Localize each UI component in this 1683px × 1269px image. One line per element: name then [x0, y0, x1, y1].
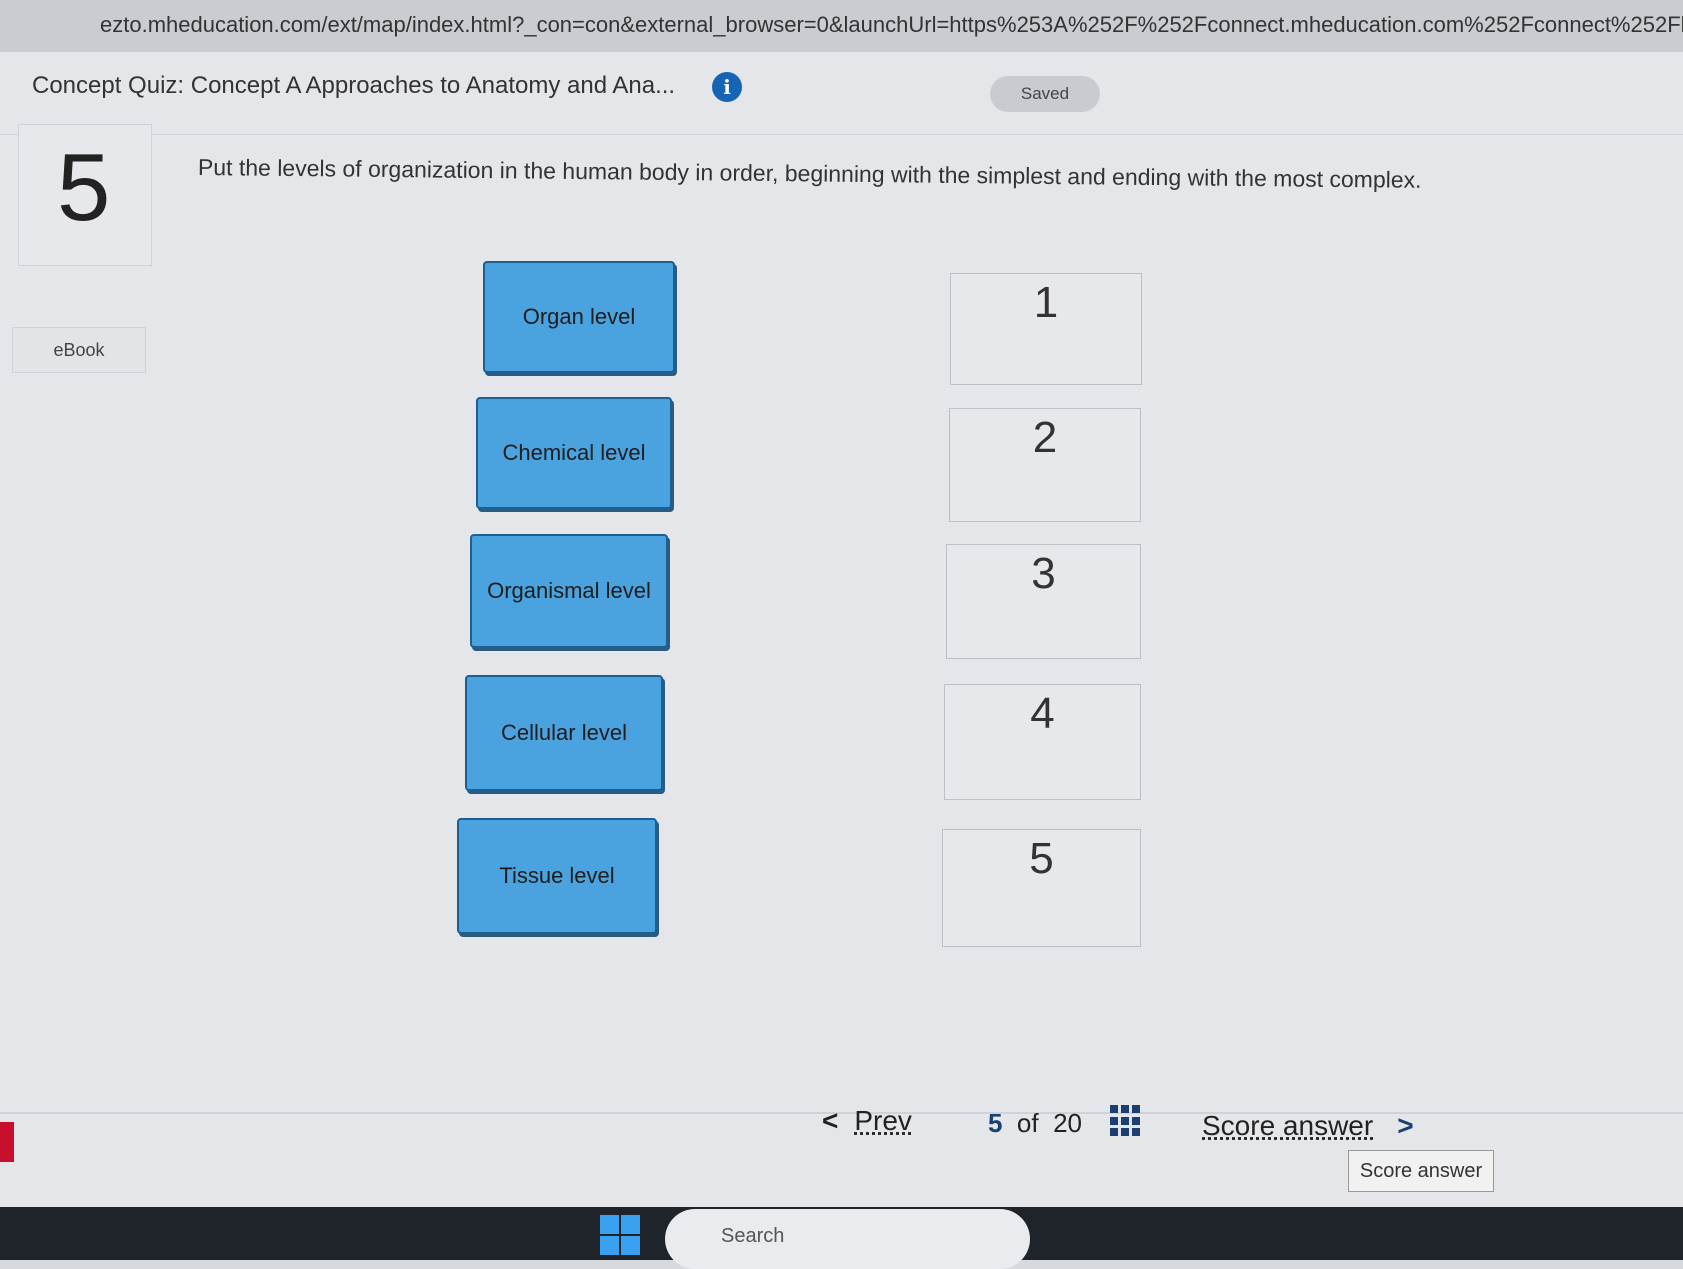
quiz-page: Concept Quiz: Concept A Approaches to An… [0, 52, 1683, 1207]
brand-tab [0, 1122, 14, 1162]
score-answer-label: Score answer [1202, 1110, 1374, 1141]
question-prompt: Put the levels of organization in the hu… [197, 154, 1422, 193]
question-number-box: 5 [18, 124, 152, 266]
header-divider [0, 134, 1683, 135]
os-taskbar: Search [0, 1207, 1683, 1269]
drop-slot-3[interactable]: 3 [946, 544, 1141, 659]
browser-address-bar[interactable]: ezto.mheducation.com/ext/map/index.html?… [0, 0, 1683, 53]
quiz-title: Concept Quiz: Concept A Approaches to An… [32, 72, 676, 99]
drop-slot-4[interactable]: 4 [944, 684, 1141, 800]
drop-slot-1[interactable]: 1 [950, 273, 1142, 385]
drop-slot-number: 2 [1032, 413, 1058, 462]
of-label: of [1016, 1108, 1039, 1138]
score-answer-button[interactable]: Score answer > [1202, 1110, 1414, 1142]
drag-item-chemical-level[interactable]: Chemical level [476, 397, 672, 509]
chevron-left-icon: < [822, 1105, 839, 1136]
drop-slot-number: 4 [1030, 689, 1055, 738]
current-page: 5 [988, 1108, 1003, 1138]
question-grid-icon[interactable] [1110, 1105, 1142, 1137]
taskbar-search[interactable]: Search [665, 1209, 1030, 1269]
prev-label: Prev [854, 1105, 912, 1136]
drag-item-organismal-level[interactable]: Organismal level [470, 534, 668, 648]
windows-start-icon[interactable] [600, 1215, 640, 1255]
drag-item-organ-level[interactable]: Organ level [483, 261, 675, 373]
drop-slot-number: 3 [1031, 549, 1056, 598]
score-answer-tooltip: Score answer [1348, 1150, 1494, 1192]
url-text: ezto.mheducation.com/ext/map/index.html?… [100, 12, 1683, 37]
chevron-right-icon: > [1397, 1110, 1414, 1141]
drop-slot-2[interactable]: 2 [949, 408, 1141, 522]
prev-button[interactable]: < Prev [822, 1105, 912, 1137]
drop-slot-5[interactable]: 5 [942, 829, 1141, 947]
drag-item-tissue-level[interactable]: Tissue level [457, 818, 657, 934]
info-icon[interactable]: i [712, 72, 742, 102]
drop-slot-number: 5 [1029, 834, 1054, 883]
total-pages: 20 [1053, 1108, 1082, 1138]
drop-slot-number: 1 [1033, 278, 1059, 327]
question-number: 5 [57, 134, 111, 241]
ebook-button[interactable]: eBook [12, 327, 146, 373]
page-counter: 5 of 20 [988, 1108, 1082, 1139]
drag-item-cellular-level[interactable]: Cellular level [465, 675, 663, 791]
saved-status-badge: Saved [990, 76, 1100, 112]
